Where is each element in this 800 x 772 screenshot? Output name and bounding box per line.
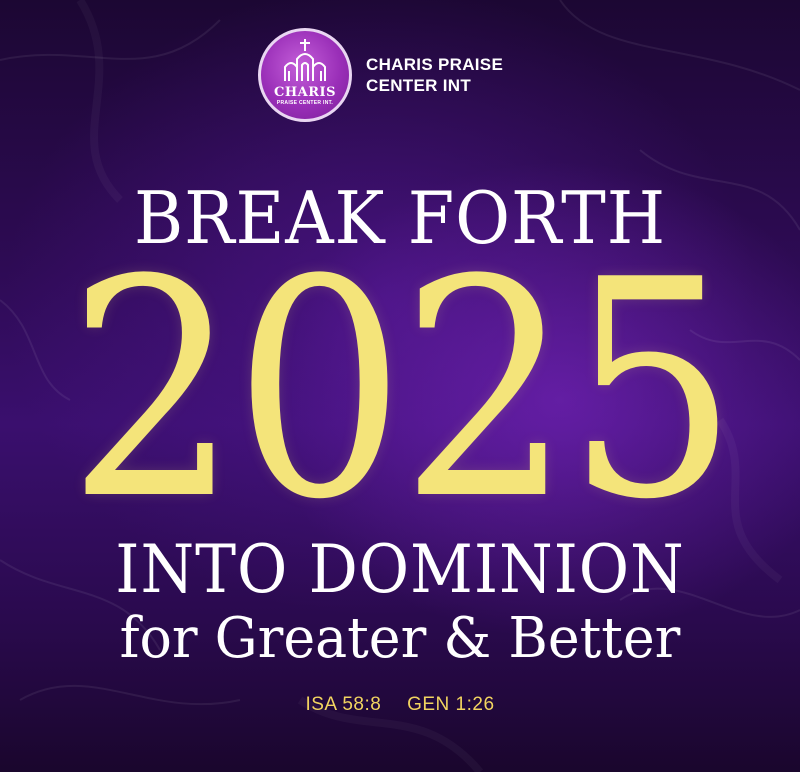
headline-into-dominion: INTO DOMINION	[115, 531, 685, 608]
brand-name-line1: CHARIS PRAISE	[366, 55, 504, 74]
headline-tagline: for Greater & Better	[119, 606, 681, 671]
brand-name-line2: CENTER INT	[366, 76, 471, 95]
headline-year: 2025	[67, 216, 738, 565]
logo-subtext: PRAISE CENTER INT.	[276, 100, 334, 106]
brand-name: CHARIS PRAISE CENTER INT	[366, 54, 503, 96]
scripture-references: ISA 58:8 GEN 1:26	[0, 694, 800, 716]
brand-header: CHARIS PRAISE CENTER INT. CHARIS PRAISE …	[258, 28, 503, 122]
scripture-reference-genesis: GEN 1:26	[407, 694, 495, 715]
church-logo-icon: CHARIS PRAISE CENTER INT.	[258, 28, 352, 122]
logo-word: CHARIS	[274, 85, 336, 100]
poster: CHARIS PRAISE CENTER INT. CHARIS PRAISE …	[0, 0, 800, 772]
scripture-reference-isaiah: ISA 58:8	[305, 694, 382, 715]
